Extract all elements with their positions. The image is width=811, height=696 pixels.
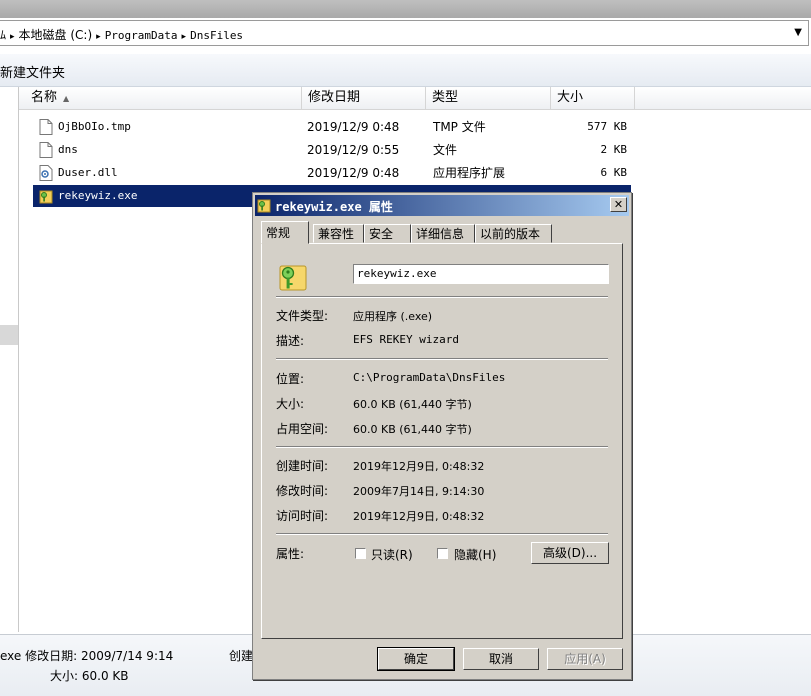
modified-label: 修改时间: [276,484,329,498]
column-header-date[interactable]: 修改日期 [302,87,426,109]
file-type: 应用程序扩展 [433,166,506,180]
chevron-right-icon: ▸ [181,32,187,42]
tab-general[interactable]: 常规 [261,221,309,244]
size-label: 大小: [276,397,305,411]
separator [276,533,608,535]
file-type: 文件 [433,143,458,157]
key-folder-icon [279,265,307,291]
file-size: 2 KB [600,143,628,156]
hidden-checkbox[interactable] [437,548,448,559]
details-modified: exe 修改日期: 2009/7/14 9:14 [0,649,174,663]
cancel-button[interactable]: 取消 [463,648,539,670]
breadcrumb-programdata[interactable]: ProgramData [105,29,178,42]
location-label: 位置: [276,372,305,386]
column-header-name[interactable]: 名称 ▲ [19,87,302,109]
accessed-value: 2019年12月9日, 0:48:32 [353,510,485,523]
attributes-label: 属性: [276,547,305,561]
apply-button[interactable]: 应用(A) [547,648,623,670]
readonly-checkbox[interactable] [355,548,366,559]
file-row[interactable]: OjBbOIo.tmp 2019/12/9 0:48 TMP 文件 577 KB [33,116,631,138]
file-row[interactable]: dns 2019/12/9 0:55 文件 2 KB [33,139,631,161]
breadcrumb-local-disk[interactable]: 本地磁盘 (C:) [19,28,93,42]
column-header-size[interactable]: 大小 [551,87,635,109]
file-list-header: 名称 ▲ 修改日期 类型 大小 [19,87,811,110]
window-top-frame [0,0,811,18]
separator [276,296,608,298]
readonly-label[interactable]: 只读(R) [371,546,413,563]
filename-input[interactable]: rekeywiz.exe [353,264,609,284]
file-size: 6 KB [600,166,628,179]
description-value: EFS REKEY wizard [353,333,459,346]
close-icon: ✕ [613,198,624,211]
file-name: dns [58,143,78,156]
description-label: 描述: [276,334,305,348]
advanced-button[interactable]: 高级(D)... [531,542,609,564]
file-size: 577 KB [587,120,627,133]
tab-compatibility[interactable]: 兼容性 [313,224,364,243]
blank-file-icon [39,142,53,158]
new-folder-button[interactable]: 新建文件夹 [0,62,65,81]
navigation-selected-item[interactable] [0,325,18,345]
separator [276,358,608,360]
address-dropdown-icon[interactable]: ▼ [794,27,802,38]
ok-button[interactable]: 确定 [377,647,455,671]
properties-dialog: rekeywiz.exe 属性 ✕ 常规 兼容性 安全 详细信息 以前的版本 r… [252,192,632,680]
close-button[interactable]: ✕ [610,197,627,212]
accessed-label: 访问时间: [276,509,329,523]
size-on-disk-value: 60.0 KB (61,440 字节) [353,423,472,436]
breadcrumb-dnsfiles[interactable]: DnsFiles [190,29,243,42]
file-name: rekeywiz.exe [58,189,138,202]
file-name: Duser.dll [58,166,118,179]
hidden-label[interactable]: 隐藏(H) [454,546,496,563]
address-lead-glyph: ﾑ [0,28,7,42]
key-folder-icon [257,199,271,213]
general-panel: rekeywiz.exe 文件类型: 应用程序 (.exe) 描述: EFS R… [261,243,623,639]
created-value: 2019年12月9日, 0:48:32 [353,460,485,473]
created-label: 创建时间: [276,459,329,473]
file-type: TMP 文件 [433,120,486,134]
separator [276,446,608,448]
tab-details[interactable]: 详细信息 [411,224,475,243]
file-date: 2019/12/9 0:55 [307,143,400,157]
modified-value: 2009年7月14日, 9:14:30 [353,485,485,498]
dialog-title: rekeywiz.exe 属性 [275,200,393,214]
dll-file-icon [39,165,53,181]
details-created: 创建 [229,649,254,663]
tab-security[interactable]: 安全 [364,224,411,243]
chevron-right-icon: ▸ [96,32,101,42]
dialog-title-bar[interactable]: rekeywiz.exe 属性 ✕ [255,195,629,216]
file-name: OjBbOIo.tmp [58,120,131,133]
size-value: 60.0 KB (61,440 字节) [353,398,472,411]
size-on-disk-label: 占用空间: [276,422,329,436]
tab-previous-versions[interactable]: 以前的版本 [475,224,552,243]
file-type-value: 应用程序 (.exe) [353,310,433,323]
file-date: 2019/12/9 0:48 [307,120,400,134]
column-header-type[interactable]: 类型 [426,87,551,109]
key-folder-icon [39,190,53,204]
details-size: 大小: 60.0 KB [50,669,129,683]
toolbar: 新建文件夹 [0,54,811,87]
address-bar[interactable]: ﾑ ▸ 本地磁盘 (C:) ▸ ProgramData ▸ DnsFiles ▼ [0,20,809,46]
sort-up-icon: ▲ [63,94,70,103]
file-row[interactable]: Duser.dll 2019/12/9 0:48 应用程序扩展 6 KB [33,162,631,184]
navigation-pane[interactable] [0,87,19,632]
file-date: 2019/12/9 0:48 [307,166,400,180]
chevron-right-icon: ▸ [10,32,15,42]
file-type-label: 文件类型: [276,309,329,323]
location-value: C:\ProgramData\DnsFiles [353,371,506,384]
blank-file-icon [39,119,53,135]
